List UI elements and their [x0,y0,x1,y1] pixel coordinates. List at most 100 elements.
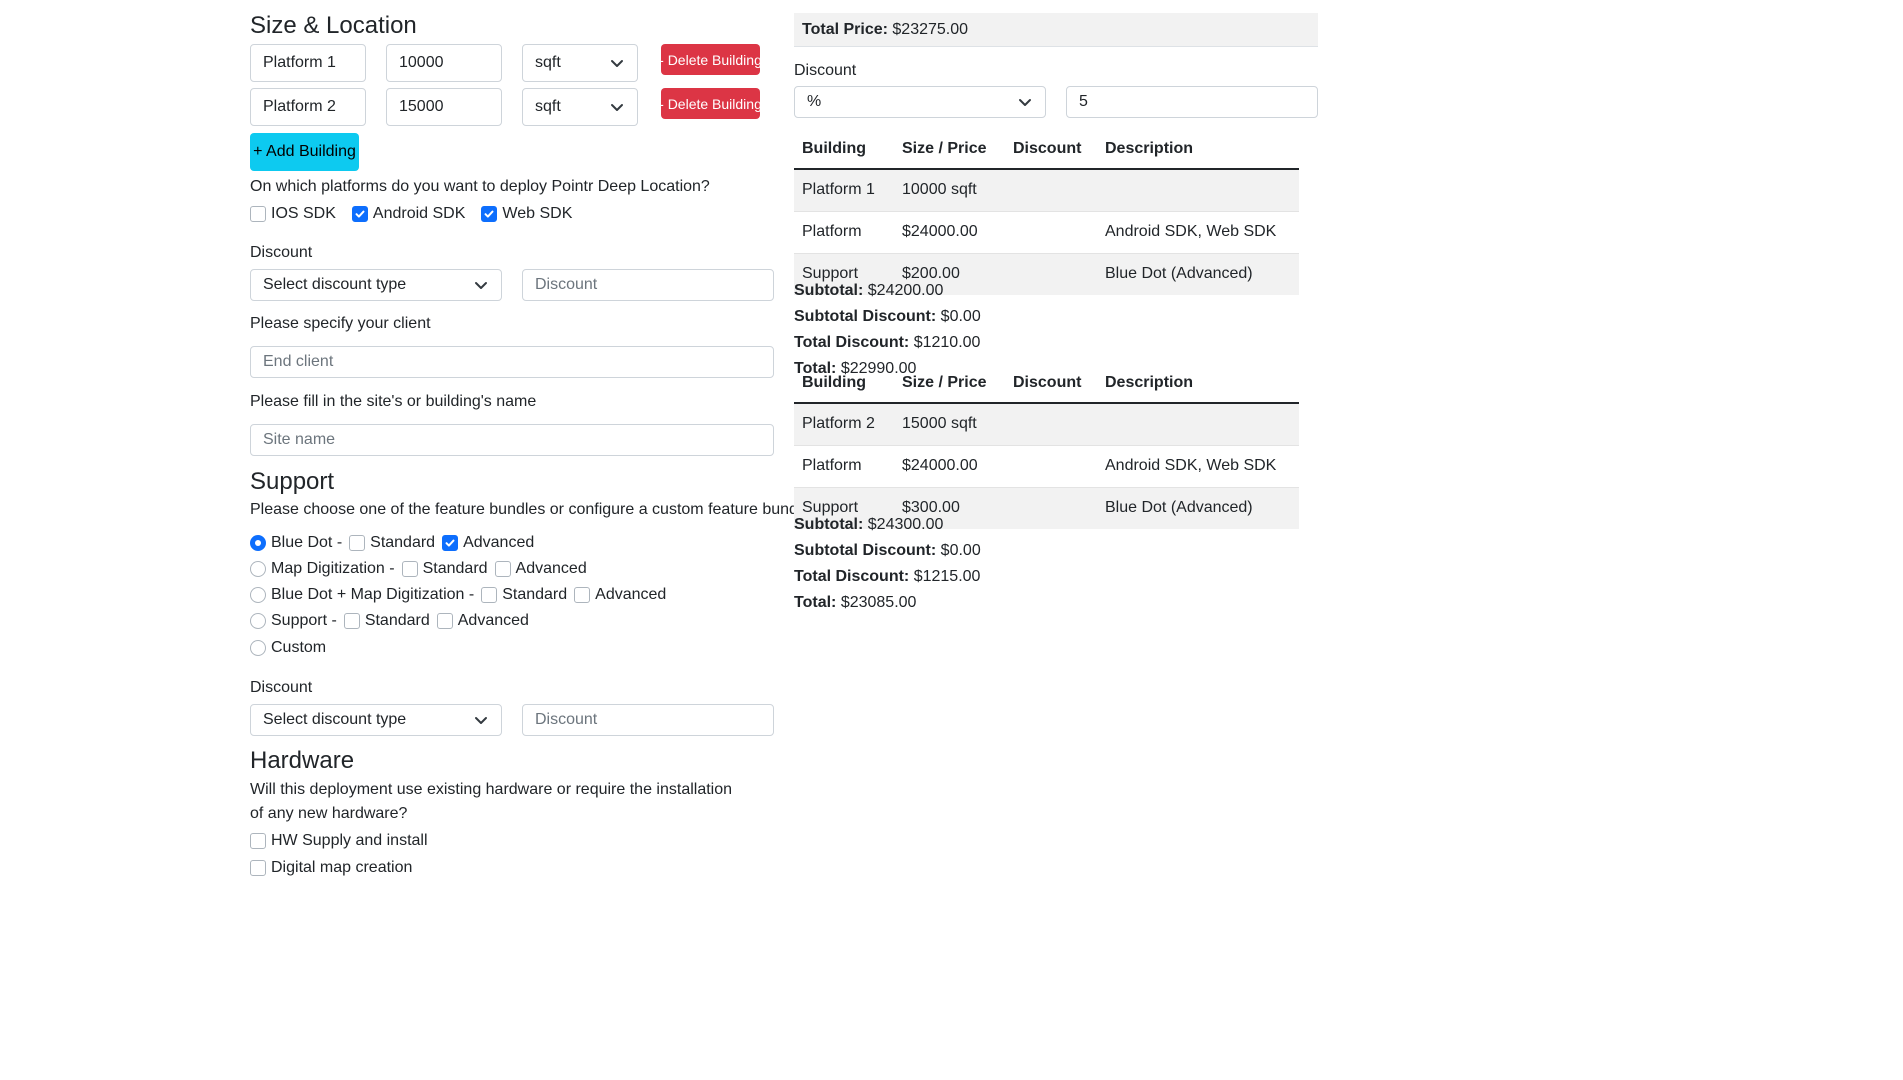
table-cell [1005,444,1097,487]
building-discount-input[interactable]: Discount [522,269,774,301]
building-name-input[interactable]: Platform 2 [250,88,366,126]
blue-dot-advanced-checkbox[interactable] [442,535,459,551]
chevron-down-icon [475,717,487,724]
map-digitization-advanced-checkbox[interactable] [494,561,511,577]
chevron-down-icon [611,60,623,67]
web-sdk-checkbox[interactable] [481,206,498,222]
hardware-question: Will this deployment use existing hardwa… [250,781,733,822]
blue-dot-radio[interactable] [250,535,266,551]
ios-sdk-label: IOS SDK [271,205,336,222]
table-row: Platform $24000.00 Android SDK, Web SDK [794,210,1299,253]
subtotal-line: Subtotal: $24200.00 [794,278,981,304]
total-value: $1210.00 [913,334,981,351]
ios-sdk-checkbox[interactable] [250,206,266,222]
table-cell: Platform [794,444,894,487]
blue-dot-standard-checkbox[interactable] [349,535,366,551]
blue-dot-map-digitization-advanced-checkbox[interactable] [574,587,591,603]
check-icon [355,210,365,218]
table-cell: 10000 sqft [894,168,1005,211]
overall-discount-input[interactable]: 5 [1066,86,1318,118]
total-value: $0.00 [940,542,981,559]
bundle-option-map-digitization: Map Digitization - Standard Advanced [250,560,587,578]
support-discount-type-select[interactable]: Select discount type [250,704,502,736]
table-cell: Platform 2 [794,402,894,445]
building-unit-select[interactable]: sqft [522,44,638,82]
size-location-title: Size & Location [250,12,417,39]
web-sdk-label: Web SDK [502,205,573,222]
building-unit-select[interactable]: sqft [522,88,638,126]
bundle-option-blue-dot-map-digitization: Blue Dot + Map Digitization - Standard A… [250,586,666,604]
table-cell [1005,168,1097,211]
building-name-input[interactable]: Platform 1 [250,44,366,82]
support-title: Support [250,468,335,495]
digital-map-checkbox[interactable] [250,860,266,876]
table-cell [1005,252,1097,295]
building-totals: Subtotal: $24300.00 Subtotal Discount: $… [794,512,981,616]
total-price-value: $23275.00 [892,20,969,38]
table-cell [1005,486,1097,529]
bundle-label: Support - [271,612,337,629]
column-header: Building [794,363,894,404]
blue-dot-map-digitization-standard-checkbox[interactable] [481,587,498,603]
table-cell: 15000 sqft [894,402,1005,445]
delete-building-button[interactable]: - Delete Building [659,88,762,119]
table-header-row: Building Size / Price Discount Descripti… [794,363,1299,404]
delete-building-button[interactable]: - Delete Building [659,44,762,75]
hw-supply-checkbox[interactable] [250,833,266,849]
unit-value: sqft [535,98,561,115]
add-building-button[interactable]: + Add Building [250,133,359,171]
support-discount-label: Discount [250,679,313,696]
standard-label: Standard [364,612,430,629]
subtotal-line: Subtotal: $24300.00 [794,512,981,538]
support-advanced-checkbox[interactable] [436,613,453,629]
android-sdk-label: Android SDK [372,205,466,222]
site-name-input[interactable]: Site name [250,424,774,456]
column-header: Size / Price [894,363,1005,404]
total-label: Subtotal Discount: [794,542,937,559]
end-client-input[interactable]: End client [250,346,774,378]
digital-map-option: Digital map creation [250,859,412,877]
column-header: Description [1097,129,1299,170]
support-standard-checkbox[interactable] [343,613,360,629]
support-radio[interactable] [250,613,266,629]
support-discount-input[interactable]: Discount [522,704,774,736]
advanced-label: Advanced [515,560,587,577]
unit-value: sqft [535,54,561,71]
total-label: Subtotal: [794,282,864,299]
client-label: Please specify your client [250,315,431,332]
hw-supply-label: HW Supply and install [271,832,428,849]
table-cell: $24000.00 [894,444,1005,487]
custom-radio[interactable] [250,640,266,656]
total-price-bar: Total Price: $23275.00 [794,13,1318,47]
android-sdk-checkbox[interactable] [351,206,368,222]
building-size-input[interactable]: 10000 [386,44,502,82]
column-header: Building [794,129,894,170]
blue-dot-map-digitization-radio[interactable] [250,587,266,603]
column-header: Description [1097,363,1299,404]
table-cell: Android SDK, Web SDK [1097,444,1299,487]
building-size-input[interactable]: 15000 [386,88,502,126]
table-header-row: Building Size / Price Discount Descripti… [794,129,1299,170]
bundle-option-blue-dot: Blue Dot - Standard Advanced [250,534,534,552]
table-row: Platform 2 15000 sqft [794,402,1299,445]
bundle-option-support: Support - Standard Advanced [250,612,529,630]
total-price-label: Total Price: [802,20,888,38]
total-value: $0.00 [940,308,981,325]
table-row: Platform $24000.00 Android SDK, Web SDK [794,444,1299,487]
total-label: Subtotal: [794,516,864,533]
column-header: Discount [1005,129,1097,170]
table-cell [1005,210,1097,253]
map-digitization-radio[interactable] [250,561,266,577]
table-cell: Blue Dot (Advanced) [1097,486,1299,529]
platform-checkbox-group: IOS SDK Android SDK Web SDK [250,205,572,223]
column-header: Discount [1005,363,1097,404]
discount-type-value: Select discount type [263,711,407,728]
building-discount-type-select[interactable]: Select discount type [250,269,502,301]
map-digitization-standard-checkbox[interactable] [401,561,418,577]
check-icon [484,210,494,218]
overall-discount-type-select[interactable]: % [794,86,1046,118]
total-value: $24300.00 [867,516,944,533]
subtotal-discount-line: Subtotal Discount: $0.00 [794,538,981,564]
bundle-label: Map Digitization - [271,560,395,577]
chevron-down-icon [475,282,487,289]
